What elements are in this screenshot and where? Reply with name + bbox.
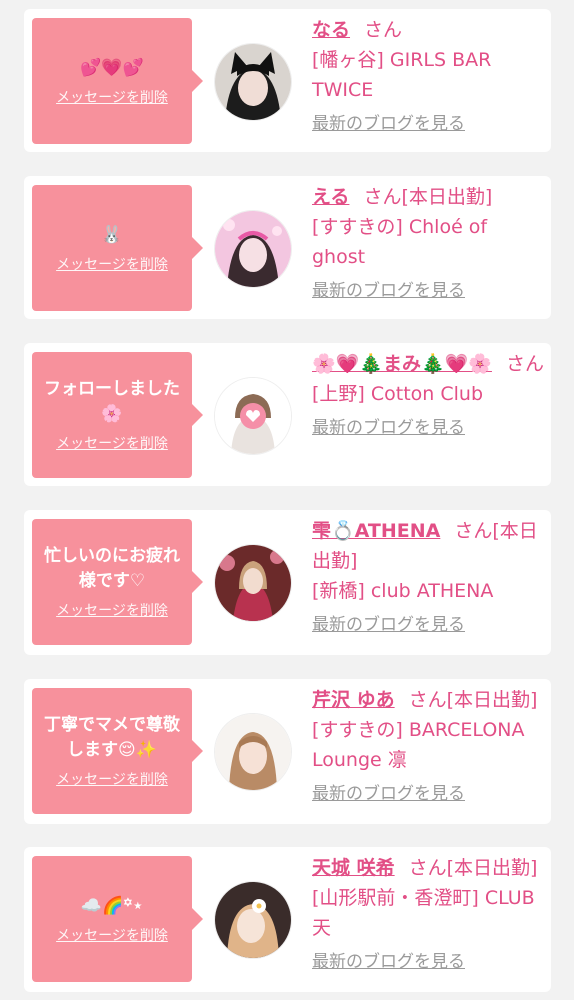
honorific: さん xyxy=(408,857,447,879)
delete-message-link[interactable]: メッセージを削除 xyxy=(56,925,168,945)
honorific: さん xyxy=(454,520,493,542)
sender-info: 🌸💗🎄まみ🎄💗🌸 さん [上野] Cotton Club 最新のブログを見る xyxy=(312,349,544,441)
delete-message-link[interactable]: メッセージを削除 xyxy=(56,87,168,107)
avatar[interactable] xyxy=(214,377,292,455)
work-status: [本日出勤] xyxy=(446,689,538,711)
shop-name: [新橋] club ATHENA xyxy=(312,580,494,602)
shop-name: [すすきの] BARCELONA Lounge 凛 xyxy=(312,719,525,771)
pink-portrait-icon xyxy=(215,211,291,287)
sender-name-link[interactable]: 天城 咲希 xyxy=(312,857,395,879)
sender-info: える さん[本日出勤] [すすきの] Chloé of ghost 最新のブログを… xyxy=(312,182,544,304)
work-status: [本日出勤] xyxy=(401,186,493,208)
message-bubble: 忙しいのにお疲れ様です♡ メッセージを削除 xyxy=(32,519,203,645)
message-card: 💕💗💕 メッセージを削除 なる さん [幡ヶ谷] GIRLS BAR TWICE … xyxy=(24,9,551,152)
message-text: フォローしました🌸 xyxy=(44,379,180,424)
message-bubble: フォローしました🌸 メッセージを削除 xyxy=(32,352,203,478)
delete-message-link[interactable]: メッセージを削除 xyxy=(56,433,168,453)
message-text: ☁️🌈꙳⋆ xyxy=(80,895,144,916)
sender-info: 天城 咲希 さん[本日出勤] [山形駅前・香澄町] CLUB 天 最新のブログを見… xyxy=(312,853,544,975)
sender-name-link[interactable]: 雫💍ATHENA xyxy=(312,520,440,542)
cat-ears-portrait-icon xyxy=(215,44,291,120)
heart-face-portrait-icon xyxy=(215,378,291,454)
shop-name: [幡ヶ谷] GIRLS BAR TWICE xyxy=(312,49,492,101)
honorific: さん xyxy=(364,19,403,41)
latest-blog-link[interactable]: 最新のブログを見る xyxy=(312,278,544,304)
delete-message-link[interactable]: メッセージを削除 xyxy=(56,600,168,620)
latest-blog-link[interactable]: 最新のブログを見る xyxy=(312,111,544,137)
delete-message-link[interactable]: メッセージを削除 xyxy=(56,769,168,789)
message-card: 🐰 メッセージを削除 える さん[本日出勤] [すすきの] Chloé of gh… xyxy=(24,176,551,319)
sender-name-link[interactable]: える xyxy=(312,186,349,208)
message-text: 忙しいのにお疲れ様です♡ xyxy=(44,546,180,591)
message-card: ☁️🌈꙳⋆ メッセージを削除 天城 咲希 さん[本日出勤] [山形駅前・香澄町] … xyxy=(24,847,551,992)
avatar[interactable] xyxy=(214,544,292,622)
message-card: 丁寧でマメで尊敬します😌✨ メッセージを削除 芹沢 ゆあ さん[本日出勤] [すす… xyxy=(24,679,551,824)
sender-name-link[interactable]: 🌸💗🎄まみ🎄💗🌸 xyxy=(312,353,492,375)
latest-blog-link[interactable]: 最新のブログを見る xyxy=(312,949,544,975)
latest-blog-link[interactable]: 最新のブログを見る xyxy=(312,415,544,441)
message-bubble: 💕💗💕 メッセージを削除 xyxy=(32,18,203,144)
work-status: [本日出勤] xyxy=(446,857,538,879)
portrait-icon xyxy=(215,714,291,790)
sender-name-link[interactable]: なる xyxy=(312,19,350,41)
sender-info: なる さん [幡ヶ谷] GIRLS BAR TWICE 最新のブログを見る xyxy=(312,15,544,137)
flower-portrait-icon xyxy=(215,882,291,958)
honorific: さん xyxy=(408,689,447,711)
kimono-portrait-icon xyxy=(215,545,291,621)
message-text: 💕💗💕 xyxy=(80,57,144,78)
shop-name: [山形駅前・香澄町] CLUB 天 xyxy=(312,887,535,939)
sender-name-link[interactable]: 芹沢 ゆあ xyxy=(312,689,395,711)
message-bubble: 丁寧でマメで尊敬します😌✨ メッセージを削除 xyxy=(32,688,203,814)
honorific: さん xyxy=(505,353,544,375)
message-card: フォローしました🌸 メッセージを削除 🌸💗🎄まみ🎄💗🌸 さん [上野] Cotto… xyxy=(24,343,551,486)
avatar[interactable] xyxy=(214,881,292,959)
message-bubble: 🐰 メッセージを削除 xyxy=(32,185,203,311)
message-list: 💕💗💕 メッセージを削除 なる さん [幡ヶ谷] GIRLS BAR TWICE … xyxy=(0,0,574,1000)
delete-message-link[interactable]: メッセージを削除 xyxy=(56,254,168,274)
latest-blog-link[interactable]: 最新のブログを見る xyxy=(312,612,544,638)
message-text: 丁寧でマメで尊敬します😌✨ xyxy=(44,715,180,760)
avatar[interactable] xyxy=(214,43,292,121)
sender-info: 雫💍ATHENA さん[本日出勤] [新橋] club ATHENA 最新のブログ… xyxy=(312,516,544,638)
shop-name: [すすきの] Chloé of ghost xyxy=(312,216,488,268)
message-bubble: ☁️🌈꙳⋆ メッセージを削除 xyxy=(32,856,203,982)
message-card: 忙しいのにお疲れ様です♡ メッセージを削除 雫💍ATHENA さん[本日出勤] [… xyxy=(24,510,551,655)
message-text: 🐰 xyxy=(101,224,123,245)
latest-blog-link[interactable]: 最新のブログを見る xyxy=(312,781,544,807)
sender-info: 芹沢 ゆあ さん[本日出勤] [すすきの] BARCELONA Lounge 凛 … xyxy=(312,685,544,807)
avatar[interactable] xyxy=(214,713,292,791)
shop-name: [上野] Cotton Club xyxy=(312,383,484,405)
avatar[interactable] xyxy=(214,210,292,288)
honorific: さん xyxy=(363,186,402,208)
